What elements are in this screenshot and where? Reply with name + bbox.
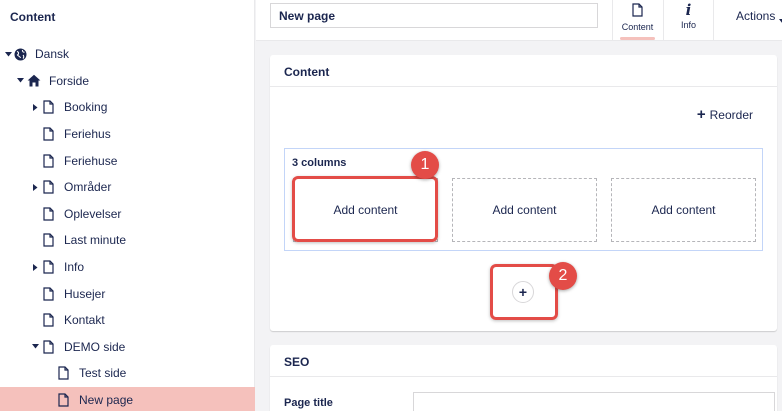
document-icon bbox=[41, 180, 55, 194]
seo-panel: SEO Page title bbox=[270, 345, 777, 411]
document-icon bbox=[41, 233, 55, 248]
reorder-button[interactable]: + Reorder bbox=[696, 106, 753, 123]
tab-content-label: Content bbox=[621, 22, 654, 32]
tree-item-feriehuse[interactable]: Feriehuse bbox=[0, 147, 255, 174]
tree-item-test-side[interactable]: Test side bbox=[0, 360, 255, 387]
caret-down-icon[interactable] bbox=[31, 343, 39, 351]
plus-icon: + bbox=[696, 106, 706, 123]
reorder-label: Reorder bbox=[709, 108, 753, 122]
tree-item-label: Områder bbox=[64, 180, 112, 195]
tree-item-label: Feriehus bbox=[64, 127, 111, 142]
document-icon bbox=[41, 127, 55, 141]
tree-item-dansk[interactable]: Dansk bbox=[0, 41, 255, 68]
page-name-input[interactable] bbox=[270, 3, 598, 28]
document-icon bbox=[41, 287, 55, 301]
tree-item-label: Info bbox=[64, 260, 85, 275]
caret-down-icon[interactable] bbox=[4, 50, 12, 58]
add-content-cell-3[interactable]: Add content bbox=[611, 178, 756, 242]
sidebar-title: Content bbox=[10, 10, 56, 24]
caret-right-icon[interactable] bbox=[31, 183, 39, 191]
content-tree-sidebar: Content Dansk Forside Booking Feriehus Ferie… bbox=[0, 0, 255, 411]
document-icon bbox=[56, 366, 70, 381]
tree-item-info[interactable]: Info bbox=[0, 254, 255, 281]
tree-item-label: Dansk bbox=[35, 47, 70, 62]
document-icon bbox=[41, 100, 55, 115]
tree-item-label: Husejer bbox=[64, 286, 106, 301]
content-panel-title: Content bbox=[270, 55, 777, 87]
document-icon bbox=[56, 393, 70, 407]
document-icon bbox=[41, 154, 55, 168]
page-title-input[interactable] bbox=[413, 392, 775, 411]
caret-right-icon[interactable] bbox=[31, 103, 39, 111]
page-title-label: Page title bbox=[284, 397, 333, 409]
seo-panel-title: SEO bbox=[270, 345, 777, 377]
caret-down-icon[interactable] bbox=[16, 77, 24, 85]
tree-item-label: Feriehuse bbox=[64, 153, 118, 168]
tree-item-label: Kontakt bbox=[64, 313, 105, 328]
editor-header: Content i Info Actions bbox=[256, 0, 782, 41]
tree-item-forside[interactable]: Forside bbox=[0, 68, 255, 95]
tree-item-label: New page bbox=[79, 393, 134, 408]
info-icon: i bbox=[685, 1, 692, 19]
document-icon bbox=[41, 313, 55, 327]
tree-item-kontakt[interactable]: Kontakt bbox=[0, 307, 255, 334]
tree-item-label: Test side bbox=[79, 366, 127, 381]
tree-item-new-page[interactable]: New page bbox=[0, 386, 255, 411]
document-icon bbox=[41, 207, 55, 221]
callout-badge-1: 1 bbox=[411, 151, 439, 179]
tree-item-last-minute[interactable]: Last minute bbox=[0, 227, 255, 254]
callout-badge-2: 2 bbox=[549, 262, 577, 290]
grid-row-title: 3 columns bbox=[292, 157, 347, 169]
tab-info-label: Info bbox=[680, 20, 696, 30]
document-icon bbox=[41, 340, 55, 354]
tree-item-label: Last minute bbox=[64, 233, 127, 248]
tab-content[interactable]: Content bbox=[612, 0, 662, 41]
tree-item-feriehus[interactable]: Feriehus bbox=[0, 121, 255, 148]
document-icon bbox=[632, 3, 643, 19]
actions-button[interactable]: Actions bbox=[713, 0, 782, 41]
home-icon bbox=[27, 74, 41, 88]
tree-item-demo-side[interactable]: DEMO side bbox=[0, 334, 255, 361]
globe-icon bbox=[13, 47, 27, 61]
tree-item-label: Forside bbox=[49, 73, 90, 88]
content-tree: Dansk Forside Booking Feriehus Feriehuse Områ… bbox=[0, 41, 255, 411]
callout-highlight-2 bbox=[490, 264, 558, 320]
tree-item-booking[interactable]: Booking bbox=[0, 94, 255, 121]
add-content-cell-2[interactable]: Add content bbox=[452, 178, 597, 242]
tree-item-label: DEMO side bbox=[64, 339, 126, 354]
tree-item-label: Oplevelser bbox=[64, 206, 122, 221]
caret-right-icon[interactable] bbox=[31, 263, 39, 271]
document-icon bbox=[41, 260, 55, 274]
callout-highlight-1 bbox=[292, 176, 438, 242]
actions-label: Actions bbox=[736, 9, 776, 23]
tree-item-oplevelser[interactable]: Oplevelser bbox=[0, 201, 255, 228]
tree-item-label: Booking bbox=[64, 100, 108, 115]
tab-info[interactable]: i Info bbox=[663, 0, 713, 41]
tree-item-husejer[interactable]: Husejer bbox=[0, 280, 255, 307]
tree-item-områder[interactable]: Områder bbox=[0, 174, 255, 201]
